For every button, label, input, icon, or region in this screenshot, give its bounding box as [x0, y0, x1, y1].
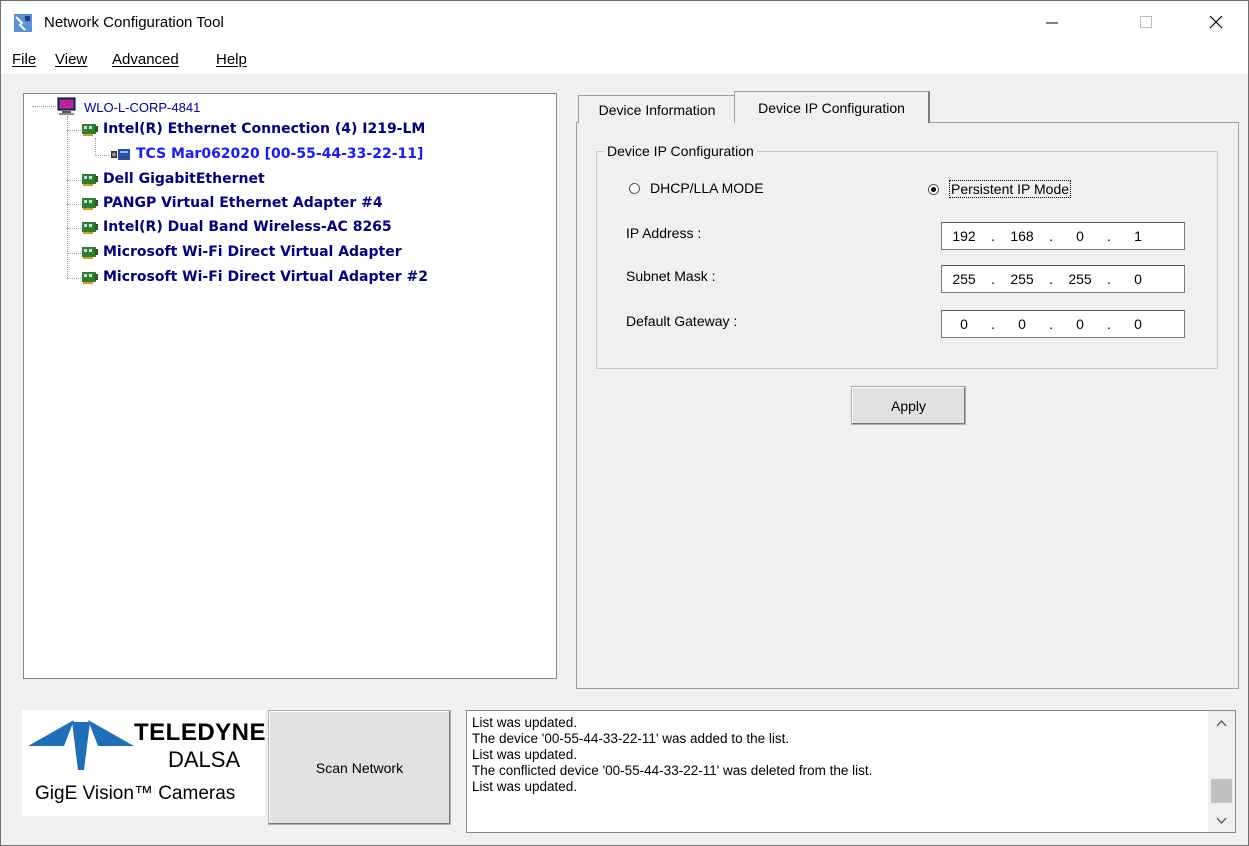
- maximize-button[interactable]: [1118, 0, 1174, 44]
- scroll-up-icon[interactable]: [1216, 719, 1227, 727]
- ip-address-field[interactable]: 192. 168. 0. 1: [941, 222, 1185, 250]
- ip-octet[interactable]: 168: [1000, 228, 1044, 244]
- tree-adapter-intel-wireless[interactable]: Intel(R) Dual Band Wireless-AC 8265: [81, 219, 392, 235]
- log-line: The conflicted device '00-55-44-33-22-11…: [472, 763, 873, 778]
- network-card-icon: [82, 272, 98, 284]
- menu-advanced-label: Advanced: [112, 51, 179, 68]
- logo-gige-text: GigE Vision™ Cameras: [35, 783, 236, 804]
- tree-root-label: WLO-L-CORP-4841: [84, 99, 201, 115]
- menu-bar: [0, 44, 1249, 74]
- tree-adapter-label: Dell GigabitEthernet: [103, 171, 265, 187]
- tree-device-label: TCS Mar062020 [00-55-44-33-22-11]: [136, 146, 424, 162]
- scan-network-label: Scan Network: [315, 759, 404, 776]
- radio-checked-icon: [928, 183, 939, 195]
- subnet-mask-label: Subnet Mask :: [626, 268, 716, 284]
- menu-file-label: File: [12, 51, 37, 68]
- tab-device-ip-configuration[interactable]: Device IP Configuration: [734, 91, 930, 123]
- gateway-octet[interactable]: 0: [1116, 316, 1160, 332]
- scroll-down-icon[interactable]: [1216, 817, 1227, 825]
- network-card-icon: [82, 247, 98, 259]
- minimize-button[interactable]: [1024, 0, 1080, 44]
- network-card-icon: [82, 198, 98, 210]
- scan-network-button[interactable]: Scan Network: [268, 710, 451, 825]
- tree-adapter-pangp[interactable]: PANGP Virtual Ethernet Adapter #4: [81, 195, 383, 211]
- menu-help-label: Help: [216, 51, 247, 68]
- close-icon: [1209, 15, 1223, 29]
- logo-dalsa-text: DALSA: [168, 747, 241, 772]
- radio-unchecked-icon: [629, 182, 640, 194]
- network-tool-app-icon: [13, 13, 33, 33]
- tree-adapter-label: Microsoft Wi-Fi Direct Virtual Adapter: [103, 244, 402, 260]
- tree-adapter-wifi-direct[interactable]: Microsoft Wi-Fi Direct Virtual Adapter: [81, 244, 402, 260]
- camera-icon: [111, 149, 130, 160]
- minimize-icon: [1046, 22, 1058, 24]
- ip-octet[interactable]: 192: [942, 228, 986, 244]
- persistent-ip-label: Persistent IP Mode: [949, 180, 1072, 198]
- log-line: List was updated.: [472, 779, 578, 794]
- tree-root-computer[interactable]: WLO-L-CORP-4841: [56, 97, 200, 117]
- window-title: Network Configuration Tool: [44, 14, 224, 31]
- network-card-icon: [82, 222, 98, 234]
- persistent-ip-radio[interactable]: Persistent IP Mode: [928, 180, 1072, 198]
- log-line: List was updated.: [472, 747, 578, 762]
- menu-file[interactable]: File: [12, 51, 36, 68]
- ip-address-label: IP Address :: [626, 225, 702, 241]
- logo-teledyne-text: TELEDYNE: [134, 719, 267, 746]
- maximize-icon: [1140, 16, 1152, 28]
- tree-adapter-wifi-direct-2[interactable]: Microsoft Wi-Fi Direct Virtual Adapter #…: [81, 269, 428, 285]
- gateway-octet[interactable]: 0: [942, 316, 986, 332]
- gateway-octet[interactable]: 0: [1058, 316, 1102, 332]
- tree-device-camera[interactable]: TCS Mar062020 [00-55-44-33-22-11]: [110, 146, 423, 162]
- menu-view-label: View: [55, 51, 88, 68]
- groupbox-title: Device IP Configuration: [604, 143, 757, 159]
- ip-octet[interactable]: 0: [1058, 228, 1102, 244]
- tree-adapter-label: Microsoft Wi-Fi Direct Virtual Adapter #…: [103, 269, 428, 285]
- tree-adapter-dell-gigabit[interactable]: Dell GigabitEthernet: [81, 171, 265, 187]
- log-line: The device '00-55-44-33-22-11' was added…: [472, 731, 790, 746]
- network-card-icon: [82, 174, 98, 186]
- apply-button-label: Apply: [890, 397, 927, 414]
- device-tree[interactable]: WLO-L-CORP-4841 Intel(R) Ethernet Connec…: [23, 93, 557, 679]
- tree-adapter-label: PANGP Virtual Ethernet Adapter #4: [103, 195, 383, 211]
- dhcp-lla-radio[interactable]: DHCP/LLA MODE: [629, 180, 764, 196]
- menu-view[interactable]: View: [55, 51, 87, 68]
- tab-device-information[interactable]: Device Information: [578, 95, 735, 123]
- computer-icon: [57, 97, 76, 115]
- tree-adapter-label: Intel(R) Ethernet Connection (4) I219-LM: [103, 121, 426, 137]
- log-scroll-thumb[interactable]: [1211, 779, 1232, 803]
- ip-octet[interactable]: 1: [1116, 228, 1160, 244]
- subnet-octet[interactable]: 255: [1000, 271, 1044, 287]
- log-lines: List was updated. The device '00-55-44-3…: [472, 715, 872, 795]
- subnet-octet[interactable]: 0: [1116, 271, 1160, 287]
- tab-label: Device Information: [598, 101, 716, 118]
- log-scrollbar[interactable]: [1208, 711, 1235, 832]
- dhcp-lla-label: DHCP/LLA MODE: [650, 180, 764, 196]
- default-gateway-label: Default Gateway :: [626, 313, 738, 329]
- teledyne-logo-icon: [28, 720, 134, 770]
- tree-adapter-label: Intel(R) Dual Band Wireless-AC 8265: [103, 219, 392, 235]
- network-card-icon: [82, 124, 98, 136]
- tree-adapter-intel-ethernet[interactable]: Intel(R) Ethernet Connection (4) I219-LM: [81, 121, 425, 137]
- subnet-octet[interactable]: 255: [942, 271, 986, 287]
- gateway-octet[interactable]: 0: [1000, 316, 1044, 332]
- default-gateway-field[interactable]: 0. 0. 0. 0: [941, 310, 1185, 338]
- menu-advanced[interactable]: Advanced: [112, 51, 179, 68]
- tab-label: Device IP Configuration: [758, 99, 905, 116]
- menu-help[interactable]: Help: [216, 51, 247, 68]
- apply-button[interactable]: Apply: [851, 386, 966, 425]
- log-line: List was updated.: [472, 715, 578, 730]
- close-button[interactable]: [1188, 0, 1244, 44]
- subnet-mask-field[interactable]: 255. 255. 255. 0: [941, 265, 1185, 293]
- subnet-octet[interactable]: 255: [1058, 271, 1102, 287]
